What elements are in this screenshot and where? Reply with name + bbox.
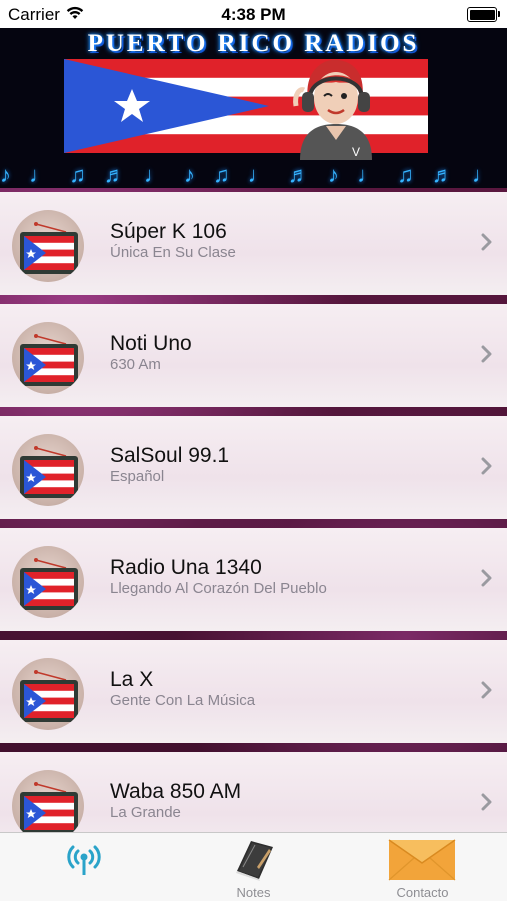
tab-contacto[interactable]: Contacto xyxy=(338,833,507,901)
clock: 4:38 PM xyxy=(221,5,286,24)
chevron-right-icon xyxy=(481,678,493,706)
station-row[interactable]: Noti Uno 630 Am xyxy=(0,304,507,407)
chevron-right-icon xyxy=(481,454,493,482)
station-row[interactable]: La X Gente Con La Música xyxy=(0,640,507,743)
station-tagline: La Grande xyxy=(110,804,181,821)
tab-notes[interactable]: Notes xyxy=(169,833,338,901)
station-row[interactable]: Súper K 106 Única En Su Clase xyxy=(0,192,507,295)
tab-contacto-label: Contacto xyxy=(396,885,449,900)
station-tagline: Llegando Al Corazón Del Pueblo xyxy=(110,580,327,597)
station-tagline: Única En Su Clase xyxy=(110,244,236,261)
radio-flag-thumbnail xyxy=(12,210,84,282)
chevron-right-icon xyxy=(481,342,493,370)
chevron-right-icon xyxy=(481,566,493,594)
station-tagline: 630 Am xyxy=(110,356,161,373)
music-notes-decoration: ♪ ♩ ♫ ♬ ♩ ♪ ♫ ♩ ♬ ♪ ♩ ♫ ♬ ♩ ♪ ♫ xyxy=(0,162,507,187)
svg-text:V: V xyxy=(352,145,360,159)
dj-girl-image: V xyxy=(293,59,372,160)
radio-flag-thumbnail xyxy=(12,434,84,506)
radio-flag-thumbnail xyxy=(12,658,84,730)
radio-flag-thumbnail xyxy=(12,770,84,832)
station-list[interactable]: Súper K 106 Única En Su Clase Noti Uno 630 … xyxy=(0,188,507,832)
tab-bar: Notes Contacto xyxy=(0,832,507,901)
header-banner: PUERTO RICO RADIOS V ♪ ♩ ♫ ♬ ♩ ♪ ♫ ♩ ♬ ♪… xyxy=(0,28,507,188)
radio-antenna-icon xyxy=(67,845,101,875)
tab-radio[interactable] xyxy=(0,833,169,901)
radio-flag-thumbnail xyxy=(12,546,84,618)
station-name: Waba 850 AM xyxy=(110,780,242,803)
radio-flag-thumbnail xyxy=(12,322,84,394)
station-name: Radio Una 1340 xyxy=(110,556,262,579)
station-name: Súper K 106 xyxy=(110,220,227,243)
station-tagline: Gente Con La Música xyxy=(110,692,256,709)
battery-icon xyxy=(467,7,500,22)
notebook-icon xyxy=(236,841,273,881)
station-row[interactable]: Waba 850 AM La Grande xyxy=(0,752,507,832)
station-name: Noti Uno xyxy=(110,332,192,355)
status-bar: Carrier 4:38 PM xyxy=(0,0,507,28)
chevron-right-icon xyxy=(481,790,493,818)
tab-notes-label: Notes xyxy=(236,885,271,900)
station-name: SalSoul 99.1 xyxy=(110,444,230,467)
station-name: La X xyxy=(110,668,154,691)
station-row[interactable]: SalSoul 99.1 Español xyxy=(0,416,507,519)
banner-title: PUERTO RICO RADIOS xyxy=(87,30,420,57)
envelope-icon xyxy=(388,839,456,881)
station-row[interactable]: Radio Una 1340 Llegando Al Corazón Del Pu… xyxy=(0,528,507,631)
chevron-right-icon xyxy=(481,230,493,258)
station-tagline: Español xyxy=(110,468,165,485)
